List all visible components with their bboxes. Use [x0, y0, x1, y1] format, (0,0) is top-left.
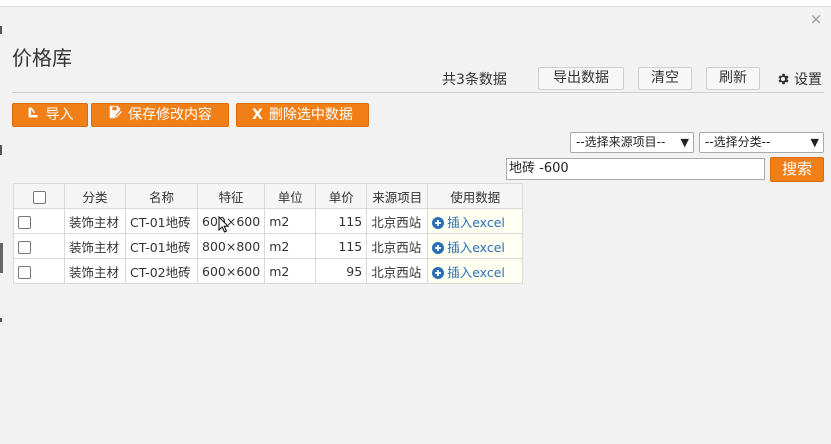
clear-button[interactable]: 清空 [638, 67, 692, 90]
search-button[interactable]: 搜索 [770, 157, 824, 182]
insert-excel-cell: 插入excel [427, 258, 524, 284]
table-row: 装饰主材 CT-01地砖 600×600 m2 115 北京西站 插入excel [13, 208, 524, 234]
left-edge-mark [0, 26, 2, 34]
row-checkbox[interactable] [18, 215, 31, 229]
column-header[interactable]: 名称 [125, 183, 198, 209]
insert-excel-link[interactable]: 插入excel [432, 265, 505, 280]
settings-label: 设置 [794, 72, 822, 88]
name-cell: CT-02地砖 [125, 258, 198, 284]
source-project-select[interactable]: --选择来源项目-- ▼ [570, 132, 694, 153]
column-header[interactable]: 来源项目 [366, 183, 429, 209]
column-header[interactable]: 特征 [196, 183, 266, 209]
spec-cell: 600×600 [196, 208, 266, 234]
insert-excel-cell: 插入excel [427, 208, 524, 234]
insert-excel-link[interactable]: 插入excel [432, 215, 505, 230]
category-cell: 装饰主材 [64, 233, 126, 259]
spec-cell: 800×800 [196, 233, 266, 259]
record-count: 共3条数据 [442, 72, 507, 88]
plus-circle-icon [432, 241, 445, 254]
column-header[interactable]: 使用数据 [427, 183, 524, 209]
category-select-value: --选择分类-- [705, 135, 771, 149]
chevron-down-icon: ▼ [810, 136, 819, 149]
table-row: 装饰主材 CT-02地砖 600×600 m2 95 北京西站 插入excel [13, 258, 524, 284]
row-select-cell[interactable] [13, 208, 65, 234]
refresh-button[interactable]: 刷新 [706, 67, 760, 90]
select-all-checkbox[interactable] [32, 190, 46, 204]
source-cell: 北京西站 [366, 208, 429, 234]
name-cell: CT-01地砖 [125, 208, 198, 234]
category-select[interactable]: --选择分类-- ▼ [699, 132, 824, 153]
source-project-select-value: --选择来源项目-- [576, 135, 666, 149]
import-button[interactable]: 导入 [12, 103, 88, 127]
plus-circle-icon [432, 216, 445, 229]
insert-excel-label: 插入excel [447, 214, 505, 230]
insert-excel-label: 插入excel [447, 239, 505, 255]
price-table: 分类 名称 特征 单位 单价 来源项目 使用数据 装饰主材 CT-01地砖 60… [13, 183, 524, 284]
export-button[interactable]: 导出数据 [538, 67, 624, 90]
category-cell: 装饰主材 [64, 208, 126, 234]
save-button[interactable]: 保存修改内容 [91, 103, 229, 127]
unit-cell: m2 [264, 258, 317, 284]
delete-selected-button[interactable]: X 删除选中数据 [236, 103, 369, 127]
header-divider [12, 92, 824, 93]
save-edit-icon [108, 104, 122, 126]
left-edge-mark [0, 145, 2, 155]
plus-circle-icon [432, 266, 445, 279]
import-label: 导入 [45, 107, 74, 123]
left-edge-resize-handle[interactable] [0, 243, 3, 273]
row-select-cell[interactable] [13, 258, 65, 284]
row-checkbox[interactable] [18, 265, 31, 279]
row-checkbox[interactable] [18, 240, 31, 254]
source-cell: 北京西站 [366, 258, 429, 284]
save-label: 保存修改内容 [128, 107, 212, 123]
source-cell: 北京西站 [366, 233, 429, 259]
row-select-cell[interactable] [13, 233, 65, 259]
left-edge-mark [0, 318, 2, 322]
category-cell: 装饰主材 [64, 258, 126, 284]
mouse-cursor-icon [218, 216, 230, 233]
select-all-header[interactable] [13, 183, 65, 209]
name-cell: CT-01地砖 [125, 233, 198, 259]
unit-cell: m2 [264, 233, 317, 259]
column-header[interactable]: 分类 [64, 183, 126, 209]
search-input[interactable]: 地砖 -600 [506, 158, 765, 180]
insert-excel-link[interactable]: 插入excel [432, 240, 505, 255]
delete-label: 删除选中数据 [268, 107, 353, 123]
price-cell: 115 [315, 208, 368, 234]
window-top-border [0, 6, 831, 7]
settings-button[interactable]: 设置 [776, 69, 822, 89]
spec-cell: 600×600 [196, 258, 266, 284]
delete-x-icon: X [252, 107, 263, 123]
page-title: 价格库 [12, 46, 72, 70]
unit-cell: m2 [264, 208, 317, 234]
close-icon[interactable]: × [807, 10, 825, 28]
price-cell: 95 [315, 258, 368, 284]
table-row: 装饰主材 CT-01地砖 800×800 m2 115 北京西站 插入excel [13, 233, 524, 259]
import-icon [27, 104, 40, 126]
column-header[interactable]: 单价 [315, 183, 368, 209]
table-header-row: 分类 名称 特征 单位 单价 来源项目 使用数据 [13, 183, 524, 209]
chevron-down-icon: ▼ [680, 136, 689, 149]
insert-excel-label: 插入excel [447, 264, 505, 280]
price-cell: 115 [315, 233, 368, 259]
column-header[interactable]: 单位 [264, 183, 317, 209]
gear-icon [778, 73, 789, 85]
insert-excel-cell: 插入excel [427, 233, 524, 259]
